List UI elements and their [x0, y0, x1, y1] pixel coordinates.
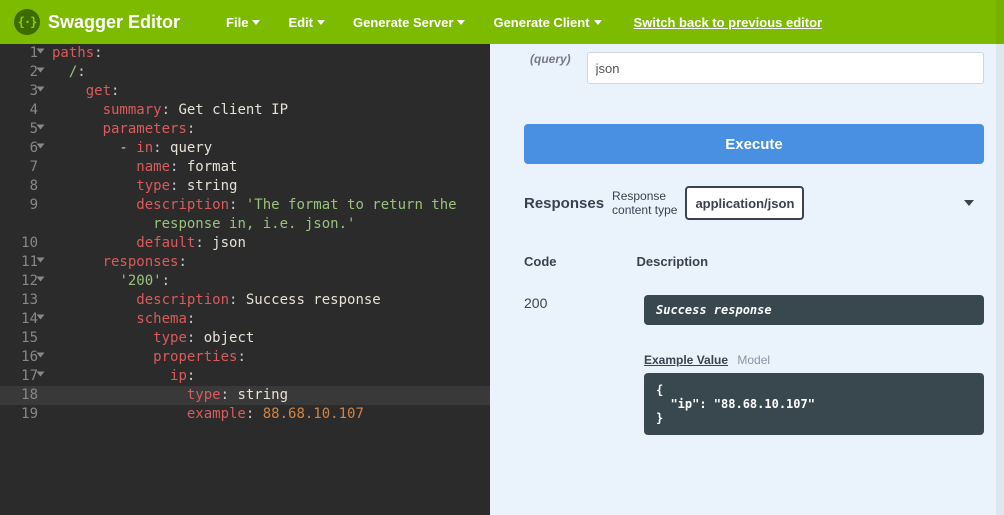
fold-icon[interactable] — [37, 125, 45, 130]
param-meta-col: (query) — [524, 52, 571, 66]
switch-editor-link[interactable]: Switch back to previous editor — [634, 15, 823, 30]
responses-row-200: 200 Success response Example Value Model… — [524, 295, 984, 435]
content-type-label-line1: Response — [612, 189, 677, 203]
line-number-gutter: 12345678910111213141516171819 — [0, 44, 44, 424]
menu-edit-label: Edit — [288, 15, 313, 30]
docs-pane: (query) Execute Responses Response conte… — [490, 44, 1004, 515]
parameter-row: (query) — [524, 52, 984, 84]
responses-header: Responses Response content type applicat… — [524, 186, 984, 220]
param-location: (query) — [524, 52, 571, 66]
responses-table: Code Description 200 Success response Ex… — [524, 254, 984, 435]
content-type-label: Response content type — [612, 189, 677, 217]
response-description-box: Success response — [644, 295, 984, 325]
content-type-select-wrap: application/json — [685, 186, 984, 220]
menu-edit[interactable]: Edit — [288, 15, 325, 30]
main-split: 12345678910111213141516171819 paths: /: … — [0, 44, 1004, 515]
col-description: Description — [637, 254, 709, 269]
fold-icon[interactable] — [37, 258, 45, 263]
code-content: paths: /: get: summary: Get client IP pa… — [52, 44, 490, 424]
scrollbar[interactable] — [996, 44, 1004, 515]
col-code: Code — [524, 254, 557, 269]
top-menu: File Edit Generate Server Generate Clien… — [226, 15, 602, 30]
brand-text: Swagger Editor — [48, 12, 180, 33]
fold-icon[interactable] — [37, 277, 45, 282]
menu-file-label: File — [226, 15, 248, 30]
fold-icon[interactable] — [37, 315, 45, 320]
menu-file[interactable]: File — [226, 15, 260, 30]
chevron-down-icon — [317, 20, 325, 25]
content-type-select[interactable]: application/json — [685, 186, 804, 220]
tab-example-value[interactable]: Example Value — [644, 353, 728, 367]
responses-title: Responses — [524, 195, 604, 212]
fold-icon[interactable] — [37, 144, 45, 149]
responses-table-header: Code Description — [524, 254, 984, 281]
fold-icon[interactable] — [37, 372, 45, 377]
code-editor[interactable]: 12345678910111213141516171819 paths: /: … — [0, 44, 490, 515]
menu-gen-client-label: Generate Client — [493, 15, 589, 30]
brand: {·} Swagger Editor — [14, 9, 180, 35]
topbar: {·} Swagger Editor File Edit Generate Se… — [0, 0, 1004, 44]
chevron-down-icon — [457, 20, 465, 25]
response-code: 200 — [524, 295, 584, 435]
param-format-input[interactable] — [587, 52, 984, 84]
example-section: Example Value Model { "ip": "88.68.10.10… — [644, 353, 984, 435]
swagger-logo-icon: {·} — [14, 9, 40, 35]
menu-generate-server[interactable]: Generate Server — [353, 15, 465, 30]
fold-icon[interactable] — [37, 353, 45, 358]
menu-gen-server-label: Generate Server — [353, 15, 453, 30]
execute-button[interactable]: Execute — [524, 124, 984, 164]
menu-generate-client[interactable]: Generate Client — [493, 15, 601, 30]
fold-icon[interactable] — [37, 68, 45, 73]
chevron-down-icon — [252, 20, 260, 25]
fold-icon[interactable] — [37, 49, 45, 54]
example-json-box[interactable]: { "ip": "88.68.10.107" } — [644, 373, 984, 435]
response-desc-col: Success response Example Value Model { "… — [644, 295, 984, 435]
content-type-label-line2: content type — [612, 203, 677, 217]
chevron-down-icon — [594, 20, 602, 25]
example-tabs: Example Value Model — [644, 353, 984, 367]
param-input-wrap — [587, 52, 984, 84]
tab-model[interactable]: Model — [737, 353, 770, 367]
fold-icon[interactable] — [37, 87, 45, 92]
